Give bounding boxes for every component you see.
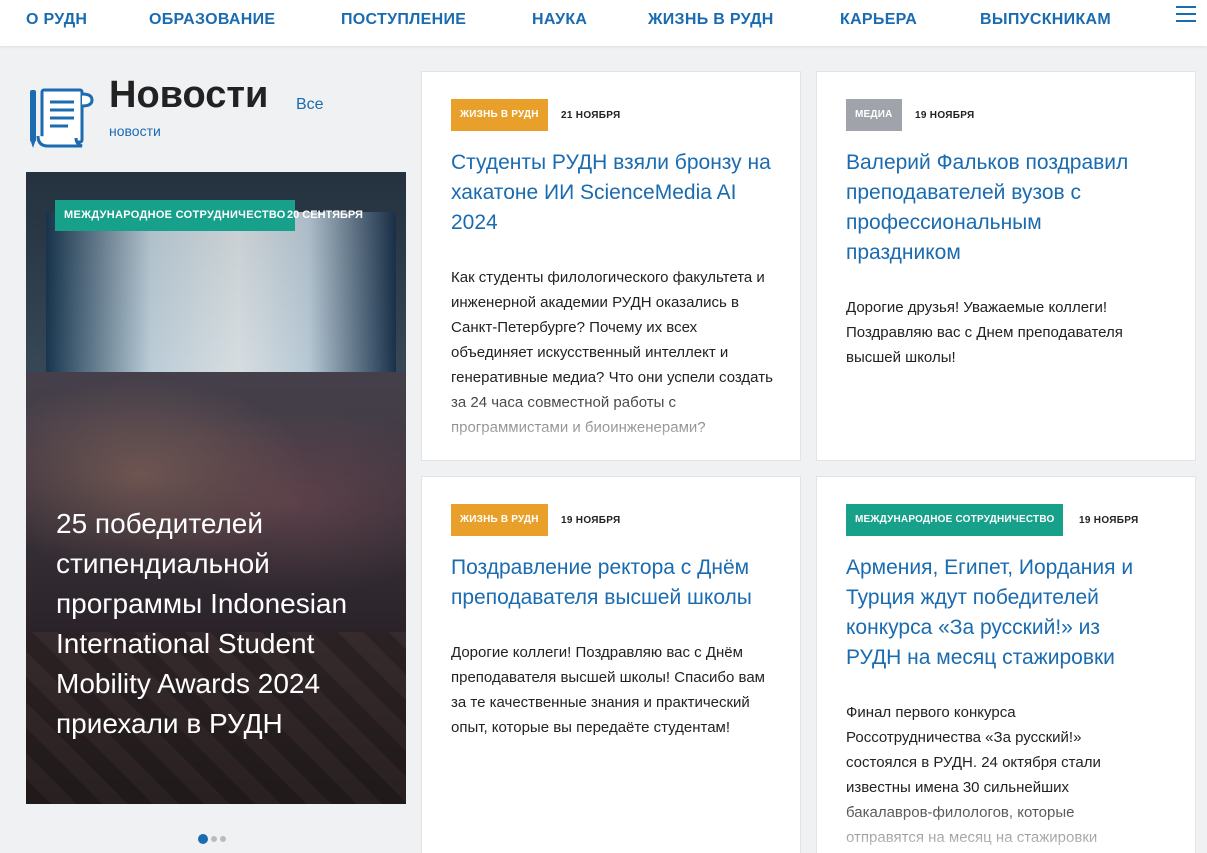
news-title-link[interactable]: Студенты РУДН взяли бронзу на хакатоне И…: [451, 148, 771, 238]
page-title: Новости: [109, 74, 269, 116]
nav-item-education[interactable]: ОБРАЗОВАНИЕ: [149, 11, 275, 29]
news-date: 19 НОЯБРЯ: [1079, 515, 1139, 526]
news-card[interactable]: МЕЖДУНАРОДНОЕ СОТРУДНИЧЕСТВО 19 НОЯБРЯ А…: [816, 476, 1196, 853]
newspaper-scroll-icon: [30, 88, 94, 148]
news-title-link[interactable]: Поздравление ректора с Днём преподавател…: [451, 553, 781, 613]
nav-item-about[interactable]: О РУДН: [26, 11, 87, 29]
nav-item-science[interactable]: НАУКА: [532, 11, 587, 29]
carousel-dot[interactable]: [211, 835, 217, 842]
news-card[interactable]: МЕДИА 19 НОЯБРЯ Валерий Фальков поздрави…: [816, 71, 1196, 461]
news-excerpt: Дорогие коллеги! Поздравляю вас с Днём п…: [451, 644, 765, 736]
excerpt-fade: [817, 795, 1195, 853]
news-card[interactable]: ЖИЗНЬ В РУДН 19 НОЯБРЯ Поздравление рект…: [421, 476, 801, 853]
nav-item-life[interactable]: ЖИЗНЬ В РУДН: [648, 11, 774, 29]
news-date: 19 НОЯБРЯ: [561, 515, 621, 526]
category-tag[interactable]: МЕЖДУНАРОДНОЕ СОТРУДНИЧЕСТВО: [55, 200, 295, 231]
excerpt-fade: [422, 390, 800, 460]
featured-news-slide[interactable]: МЕЖДУНАРОДНОЕ СОТРУДНИЧЕСТВО 20 СЕНТЯБРЯ…: [26, 172, 406, 804]
news-date: 21 НОЯБРЯ: [561, 110, 621, 121]
news-date: 19 НОЯБРЯ: [915, 110, 975, 121]
nav-item-admission[interactable]: ПОСТУПЛЕНИЕ: [341, 11, 466, 29]
category-tag[interactable]: МЕЖДУНАРОДНОЕ СОТРУДНИЧЕСТВО: [846, 504, 1064, 536]
category-tag[interactable]: ЖИЗНЬ В РУДН: [451, 504, 548, 536]
news-title-link[interactable]: Армения, Египет, Иордания и Турция ждут …: [846, 553, 1156, 673]
nav-item-alumni[interactable]: ВЫПУСКНИКАМ: [980, 11, 1111, 29]
category-tag[interactable]: ЖИЗНЬ В РУДН: [451, 99, 548, 131]
carousel-dot[interactable]: [198, 833, 208, 844]
carousel-pagination: [198, 830, 229, 848]
news-date: 20 СЕНТЯБРЯ: [287, 209, 363, 221]
news-title-link[interactable]: Валерий Фальков поздравил преподавателей…: [846, 148, 1156, 268]
hamburger-menu-icon[interactable]: [1176, 6, 1196, 24]
category-tag[interactable]: МЕДИА: [846, 99, 902, 131]
featured-headline[interactable]: 25 победителей стипендиальной программы …: [56, 504, 386, 744]
news-excerpt: Дорогие друзья! Уважаемые коллеги! Поздр…: [846, 299, 1123, 366]
carousel-dot[interactable]: [220, 835, 226, 842]
all-news-link[interactable]: Все: [296, 96, 324, 114]
news-card[interactable]: ЖИЗНЬ В РУДН 21 НОЯБРЯ Студенты РУДН взя…: [421, 71, 801, 461]
top-navigation: О РУДН ОБРАЗОВАНИЕ ПОСТУПЛЕНИЕ НАУКА ЖИЗ…: [0, 0, 1207, 46]
all-news-link-line2[interactable]: новости: [109, 123, 161, 139]
nav-item-career[interactable]: КАРЬЕРА: [840, 11, 917, 29]
